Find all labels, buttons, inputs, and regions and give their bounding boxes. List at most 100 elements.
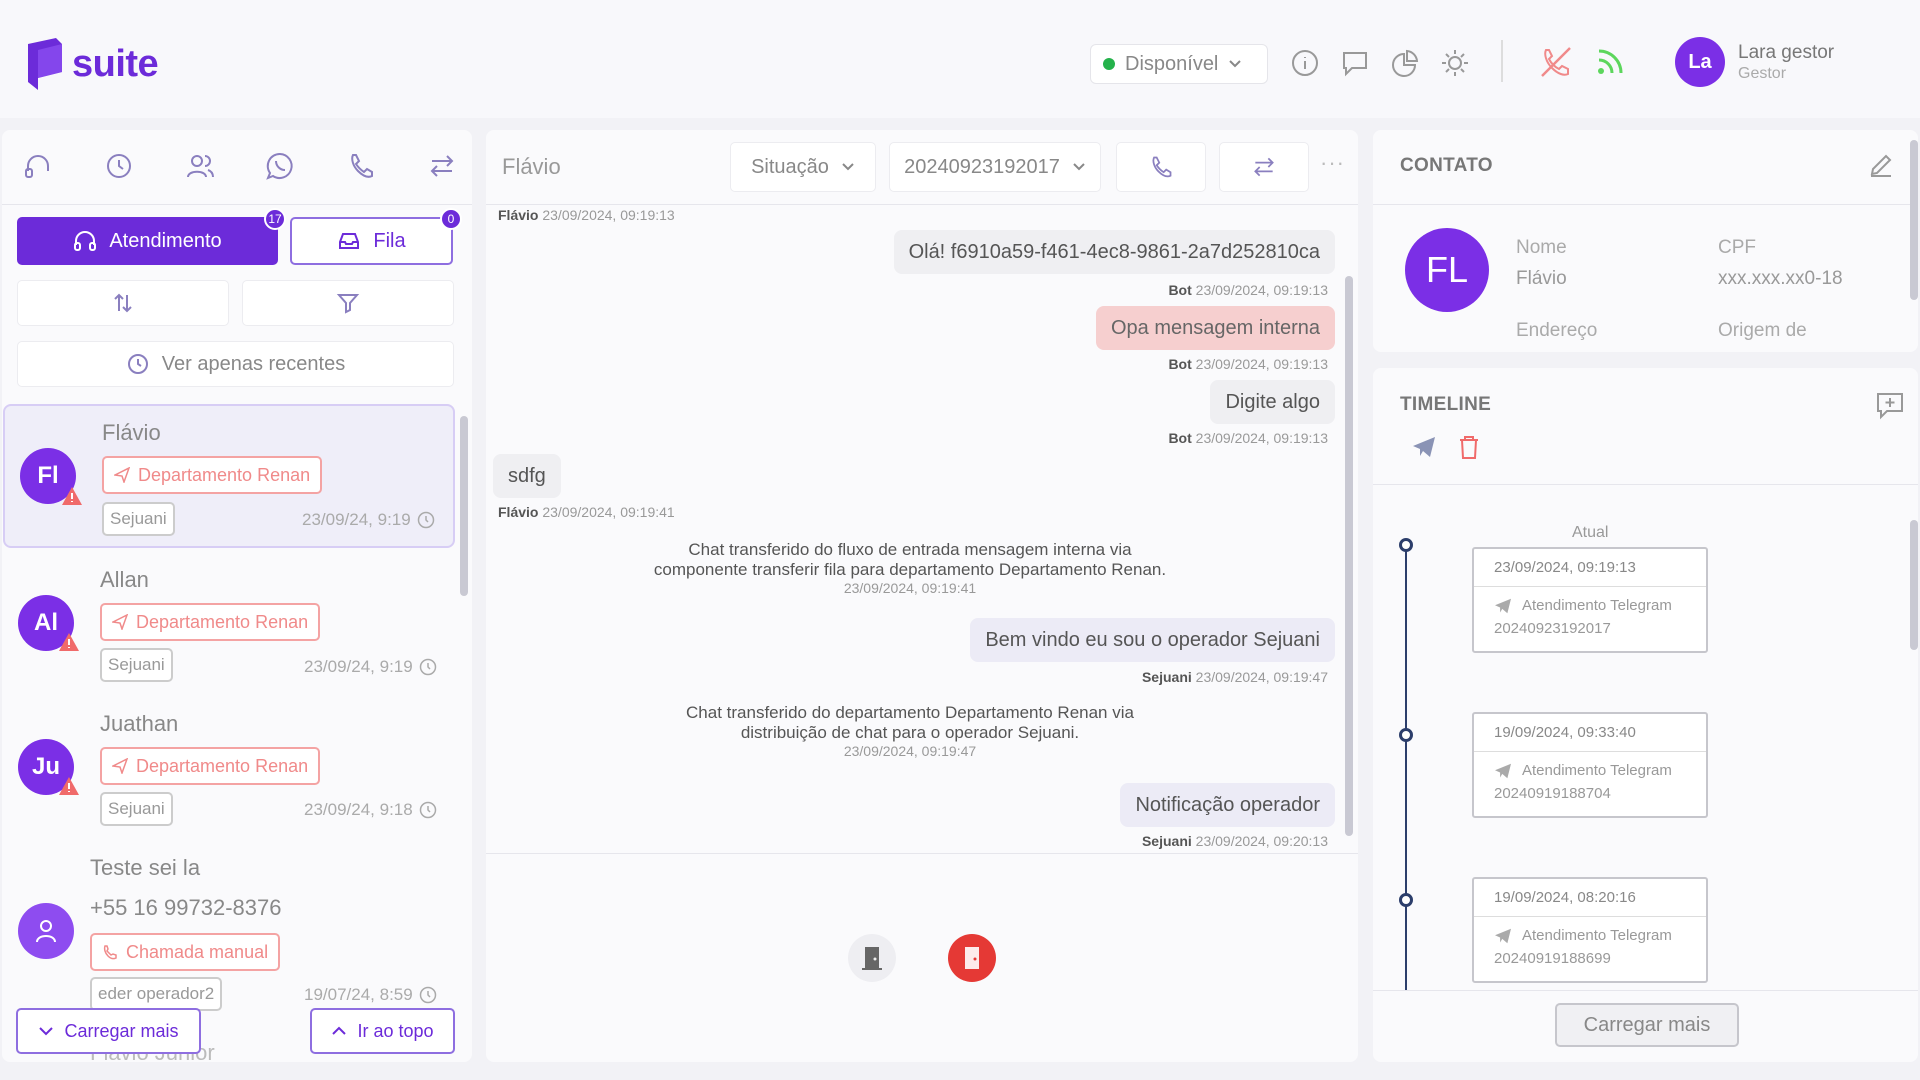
message-author: Bot <box>1168 356 1192 372</box>
timeline-card[interactable]: 23/09/2024, 09:19:13 Atendimento Telegra… <box>1472 547 1708 653</box>
whatsapp-icon[interactable] <box>262 148 298 184</box>
timeline-channel-name: Atendimento Telegram <box>1522 597 1672 614</box>
system-message: Chat transferido do fluxo de entrada men… <box>560 540 1260 596</box>
headset-icon[interactable] <box>20 148 56 184</box>
field-label-cpf: CPF <box>1718 237 1756 258</box>
timeline-channel: Atendimento Telegram <box>1474 917 1706 944</box>
call-button[interactable] <box>1116 142 1206 192</box>
close-chat-button[interactable] <box>848 934 896 982</box>
status-select[interactable]: Disponível <box>1090 44 1268 84</box>
contact-name: Allan <box>100 567 149 592</box>
tab-atendimento-label: Atendimento <box>109 229 222 252</box>
user-role: Gestor <box>1738 65 1787 82</box>
chat-scrollbar[interactable] <box>1345 276 1353 836</box>
field-label-origin: Origem de <box>1718 320 1807 341</box>
timeline-scrollbar[interactable] <box>1910 520 1918 650</box>
protocol-value: 20240923192017 <box>904 155 1060 178</box>
app-logo[interactable]: suite <box>24 38 159 90</box>
list-scrollbar[interactable] <box>460 416 468 596</box>
go-to-top-button[interactable]: Ir ao topo <box>310 1008 455 1054</box>
timeline-card[interactable]: 19/09/2024, 09:33:40 Atendimento Telegra… <box>1472 712 1708 818</box>
load-more-label: Carregar mais <box>64 1020 179 1041</box>
clock-icon <box>417 511 434 529</box>
clock-icon <box>419 986 436 1004</box>
rss-signal-icon[interactable] <box>1594 44 1628 78</box>
field-label-name: Nome <box>1516 237 1567 258</box>
chevron-down-icon <box>1073 163 1085 171</box>
telegram-filter-icon[interactable] <box>1412 436 1436 458</box>
user-name: Lara gestor <box>1738 42 1835 63</box>
conversation-date-text: 23/09/24, 9:18 <box>304 800 413 819</box>
transfer-icon <box>1254 157 1274 177</box>
transfer-button[interactable] <box>1219 142 1309 192</box>
message-bubble-incoming[interactable]: sdfg <box>493 454 561 498</box>
tab-fila-label: Fila <box>373 229 406 252</box>
conversation-date: 23/09/24, 9:18 <box>304 800 437 820</box>
department-name: Departamento Renan <box>138 464 311 485</box>
clock-icon[interactable] <box>101 148 137 184</box>
tab-fila[interactable]: Fila <box>290 217 453 265</box>
timeline-card[interactable]: 19/09/2024, 08:20:16 Atendimento Telegra… <box>1472 877 1708 983</box>
go-to-top-label: Ir ao topo <box>357 1020 434 1041</box>
message-author: Flávio <box>498 504 539 520</box>
contact-avatar <box>18 903 74 959</box>
sun-icon[interactable] <box>1440 48 1470 78</box>
conversation-date: 23/09/24, 9:19 <box>302 510 435 530</box>
atendimento-count-badge: 17 <box>264 208 286 230</box>
timeline-load-more-button[interactable]: Carregar mais <box>1555 1003 1739 1047</box>
system-message-line: Chat transferido do departamento Departa… <box>686 703 1134 722</box>
sort-icon <box>114 293 132 313</box>
message-bubble-internal[interactable]: Opa mensagem interna <box>1095 306 1335 350</box>
message-bubble-outgoing[interactable]: Digite algo <box>1210 380 1335 424</box>
timeline-protocol: 20240919188704 <box>1494 785 1611 802</box>
department-tag: Departamento Renan <box>100 603 321 641</box>
tab-atendimento[interactable]: Atendimento <box>17 217 278 265</box>
message-author: Flávio <box>498 207 539 223</box>
message-time: 23/09/2024, 09:19:13 <box>1195 430 1328 446</box>
message-meta: Sejuani 23/09/2024, 09:19:47 <box>1142 669 1328 685</box>
message-bubble-operator[interactable]: Bem vindo eu sou o operador Sejuani <box>970 618 1335 662</box>
contact-scrollbar[interactable] <box>1910 140 1918 300</box>
operator-tag: eder operador2 <box>90 977 223 1011</box>
recent-only-label: Ver apenas recentes <box>161 352 346 375</box>
system-message-time: 23/09/2024, 09:19:41 <box>843 580 977 596</box>
department-name: Departamento Renan <box>136 755 309 776</box>
inbox-icon <box>339 233 360 249</box>
load-more-button[interactable]: Carregar mais <box>16 1008 201 1054</box>
message-meta: Bot 23/09/2024, 09:19:13 <box>1168 430 1328 446</box>
filter-button[interactable] <box>242 280 454 326</box>
phone-icon[interactable] <box>343 148 379 184</box>
channel-nav <box>20 148 460 184</box>
divider <box>486 204 1358 205</box>
info-icon[interactable] <box>1290 48 1320 78</box>
phone-icon <box>1152 156 1172 178</box>
sort-button[interactable] <box>17 280 229 326</box>
pie-chart-icon[interactable] <box>1390 48 1420 78</box>
end-chat-button[interactable] <box>948 934 996 982</box>
message-bubble-operator[interactable]: Notificação operador <box>1120 783 1335 827</box>
message-time: 23/09/2024, 09:19:13 <box>1195 282 1328 298</box>
message-bubble-outgoing[interactable]: Olá! f6910a59-f461-4ec8-9861-2a7d252810c… <box>893 230 1335 274</box>
message-author: Sejuani <box>1141 833 1192 849</box>
edit-icon[interactable] <box>1868 152 1894 178</box>
headset-icon <box>74 231 97 251</box>
door-icon <box>862 947 882 970</box>
timeline-protocol: 20240919188699 <box>1494 950 1611 967</box>
timeline-date: 23/09/2024, 09:19:13 <box>1474 549 1706 587</box>
door-exit-icon <box>965 947 979 969</box>
users-icon[interactable] <box>182 148 218 184</box>
phone-off-icon[interactable] <box>1538 44 1574 80</box>
trash-icon[interactable] <box>1457 434 1481 460</box>
more-options-icon[interactable]: ··· <box>1320 150 1345 176</box>
add-comment-icon[interactable] <box>1875 390 1905 420</box>
situation-label: Situação <box>751 155 829 178</box>
recent-only-button[interactable]: Ver apenas recentes <box>17 341 454 387</box>
history-icon <box>127 354 148 374</box>
user-avatar[interactable]: La <box>1675 37 1725 87</box>
protocol-select[interactable]: 20240923192017 <box>889 142 1101 192</box>
chat-icon[interactable] <box>1340 48 1370 78</box>
situation-select[interactable]: Situação <box>730 142 876 192</box>
chevron-up-icon <box>332 1026 347 1035</box>
transfer-icon[interactable] <box>424 148 460 184</box>
message-author: Bot <box>1168 430 1192 446</box>
